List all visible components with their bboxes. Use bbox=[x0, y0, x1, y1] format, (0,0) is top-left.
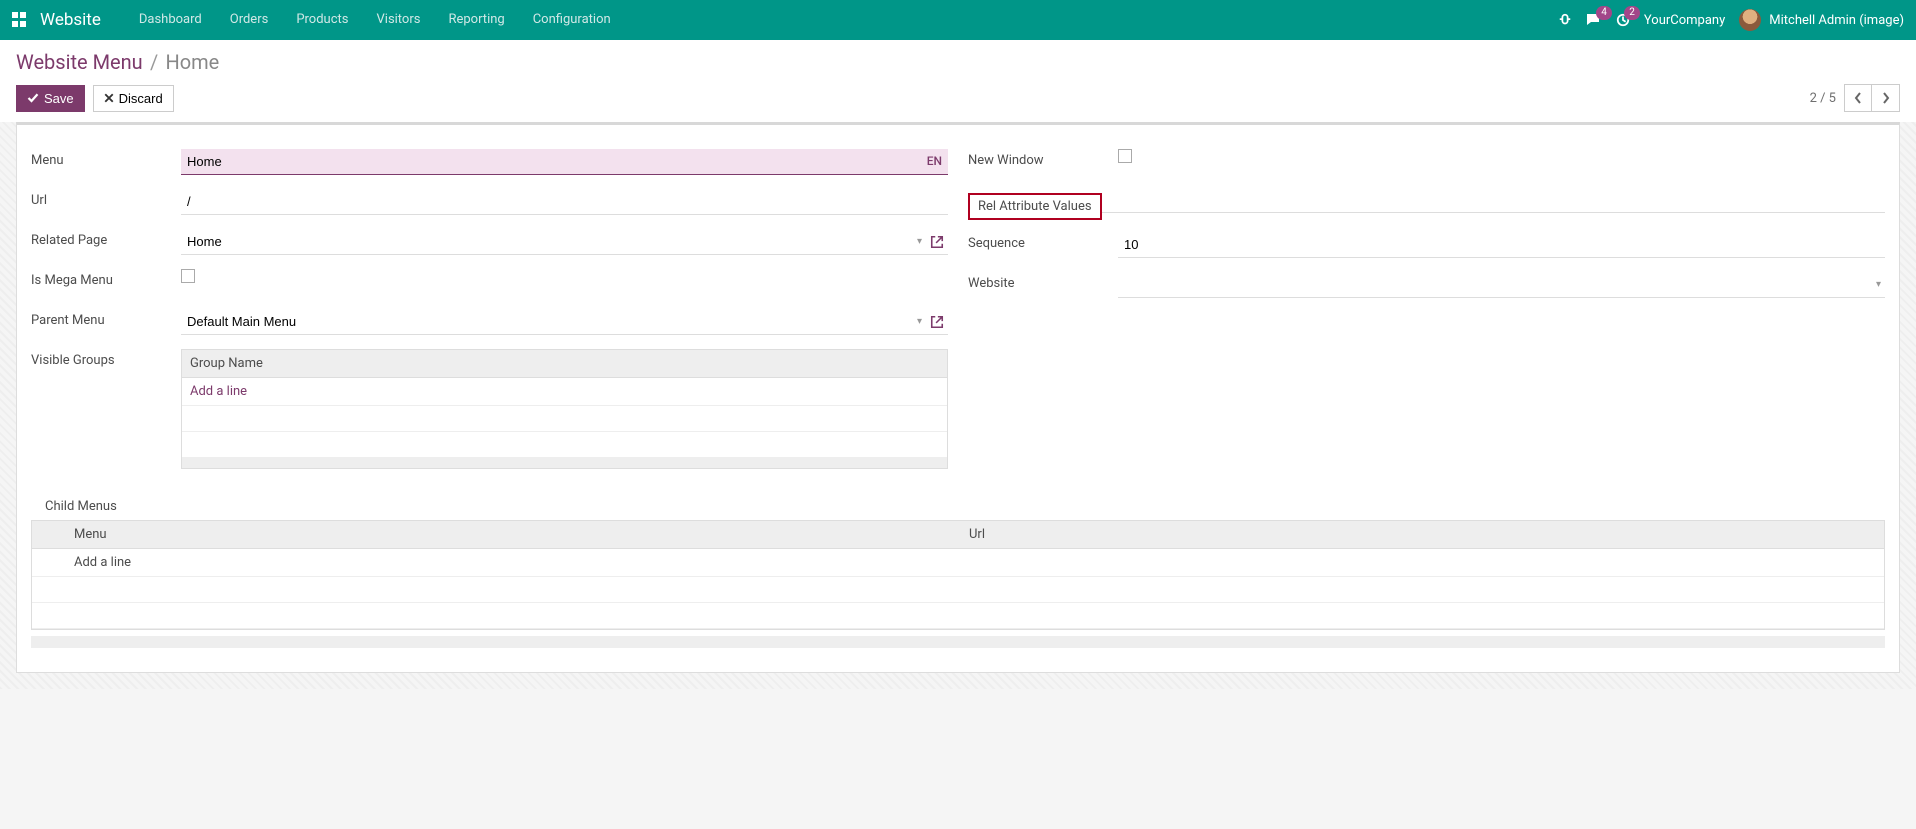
related-external-icon[interactable] bbox=[926, 234, 948, 250]
input-url[interactable] bbox=[181, 189, 948, 215]
input-related-page[interactable] bbox=[181, 229, 913, 254]
save-button[interactable]: Save bbox=[16, 85, 85, 112]
child-scrollbar[interactable] bbox=[31, 636, 1885, 648]
child-col-delete bbox=[1856, 521, 1884, 548]
label-related-page: Related Page bbox=[31, 229, 181, 248]
parent-caret-icon[interactable]: ▾ bbox=[913, 316, 926, 327]
nav-configuration[interactable]: Configuration bbox=[519, 0, 625, 40]
parent-external-icon[interactable] bbox=[926, 314, 948, 330]
label-menu: Menu bbox=[31, 149, 181, 168]
action-bar: Save Discard 2 / 5 bbox=[0, 78, 1916, 122]
nav-orders[interactable]: Orders bbox=[216, 0, 283, 40]
visible-groups-empty-row bbox=[182, 406, 947, 432]
child-add-line[interactable]: Add a line bbox=[74, 555, 131, 570]
nav-visitors[interactable]: Visitors bbox=[363, 0, 435, 40]
bug-icon[interactable] bbox=[1558, 12, 1572, 28]
form-col-left: Menu EN Url Related Page bbox=[31, 149, 948, 481]
lang-toggle[interactable]: EN bbox=[927, 154, 942, 168]
pager-prev[interactable] bbox=[1844, 84, 1872, 112]
check-icon bbox=[27, 92, 39, 104]
visible-groups-header: Group Name bbox=[182, 350, 947, 378]
label-visible-groups: Visible Groups bbox=[31, 349, 181, 368]
pager: 2 / 5 bbox=[1810, 84, 1900, 112]
label-mega-menu: Is Mega Menu bbox=[31, 269, 181, 288]
label-url: Url bbox=[31, 189, 181, 208]
company-name[interactable]: YourCompany bbox=[1644, 13, 1725, 28]
chevron-left-icon bbox=[1854, 92, 1862, 104]
form-col-right: New Window Rel Attribute Values Sequence bbox=[968, 149, 1885, 481]
activities-icon[interactable]: 2 bbox=[1616, 12, 1630, 28]
input-menu[interactable] bbox=[181, 149, 948, 175]
chevron-right-icon bbox=[1882, 92, 1890, 104]
child-empty-row bbox=[32, 603, 1884, 629]
breadcrumb-root[interactable]: Website Menu bbox=[16, 50, 143, 74]
nav-items: Dashboard Orders Products Visitors Repor… bbox=[125, 0, 625, 40]
nav-products[interactable]: Products bbox=[282, 0, 362, 40]
related-caret-icon[interactable]: ▾ bbox=[913, 236, 926, 247]
label-website: Website bbox=[968, 272, 1118, 291]
child-menus-table: Menu Url Add a line bbox=[31, 520, 1885, 630]
label-parent-menu: Parent Menu bbox=[31, 309, 181, 328]
top-navbar: Website Dashboard Orders Products Visito… bbox=[0, 0, 1916, 40]
child-col-url: Url bbox=[961, 521, 1856, 548]
visible-groups-add-line[interactable]: Add a line bbox=[190, 384, 247, 399]
checkbox-new-window[interactable] bbox=[1118, 149, 1132, 163]
visible-groups-scrollbar[interactable] bbox=[182, 458, 947, 468]
nav-right: 4 2 YourCompany Mitchell Admin (image) bbox=[1558, 9, 1904, 31]
visible-groups-table: Group Name Add a line bbox=[181, 349, 948, 469]
discard-label: Discard bbox=[119, 91, 163, 106]
child-col-menu: Menu bbox=[66, 521, 961, 548]
save-label: Save bbox=[44, 91, 74, 106]
messages-badge: 4 bbox=[1596, 6, 1612, 20]
close-icon bbox=[104, 93, 114, 103]
label-sequence: Sequence bbox=[968, 232, 1118, 251]
nav-reporting[interactable]: Reporting bbox=[434, 0, 518, 40]
child-col-handle bbox=[32, 521, 66, 548]
messages-icon[interactable]: 4 bbox=[1586, 12, 1602, 28]
input-website[interactable] bbox=[1118, 272, 1872, 297]
pager-text: 2 / 5 bbox=[1810, 91, 1836, 106]
activities-badge: 2 bbox=[1624, 6, 1640, 20]
pager-next[interactable] bbox=[1872, 84, 1900, 112]
breadcrumb: Website Menu / Home bbox=[0, 40, 1916, 78]
label-rel-attribute: Rel Attribute Values bbox=[968, 193, 1102, 220]
child-empty-row bbox=[32, 577, 1884, 603]
discard-button[interactable]: Discard bbox=[93, 85, 174, 112]
brand-title[interactable]: Website bbox=[40, 10, 101, 30]
checkbox-mega-menu[interactable] bbox=[181, 269, 195, 283]
visible-groups-empty-row bbox=[182, 432, 947, 458]
input-parent-menu[interactable] bbox=[181, 309, 913, 334]
website-caret-icon[interactable]: ▾ bbox=[1872, 279, 1885, 290]
apps-icon[interactable] bbox=[12, 12, 28, 28]
breadcrumb-sep: / bbox=[150, 50, 158, 74]
form-sheet: Menu EN Url Related Page bbox=[16, 122, 1900, 673]
input-rel-attribute[interactable] bbox=[1102, 189, 1885, 213]
label-new-window: New Window bbox=[968, 149, 1118, 168]
child-menus-title: Child Menus bbox=[45, 499, 1885, 514]
input-sequence[interactable] bbox=[1118, 232, 1885, 258]
nav-dashboard[interactable]: Dashboard bbox=[125, 0, 216, 40]
user-name: Mitchell Admin (image) bbox=[1769, 13, 1904, 28]
breadcrumb-current: Home bbox=[165, 50, 219, 74]
user-menu[interactable]: Mitchell Admin (image) bbox=[1739, 9, 1904, 31]
avatar bbox=[1739, 9, 1761, 31]
